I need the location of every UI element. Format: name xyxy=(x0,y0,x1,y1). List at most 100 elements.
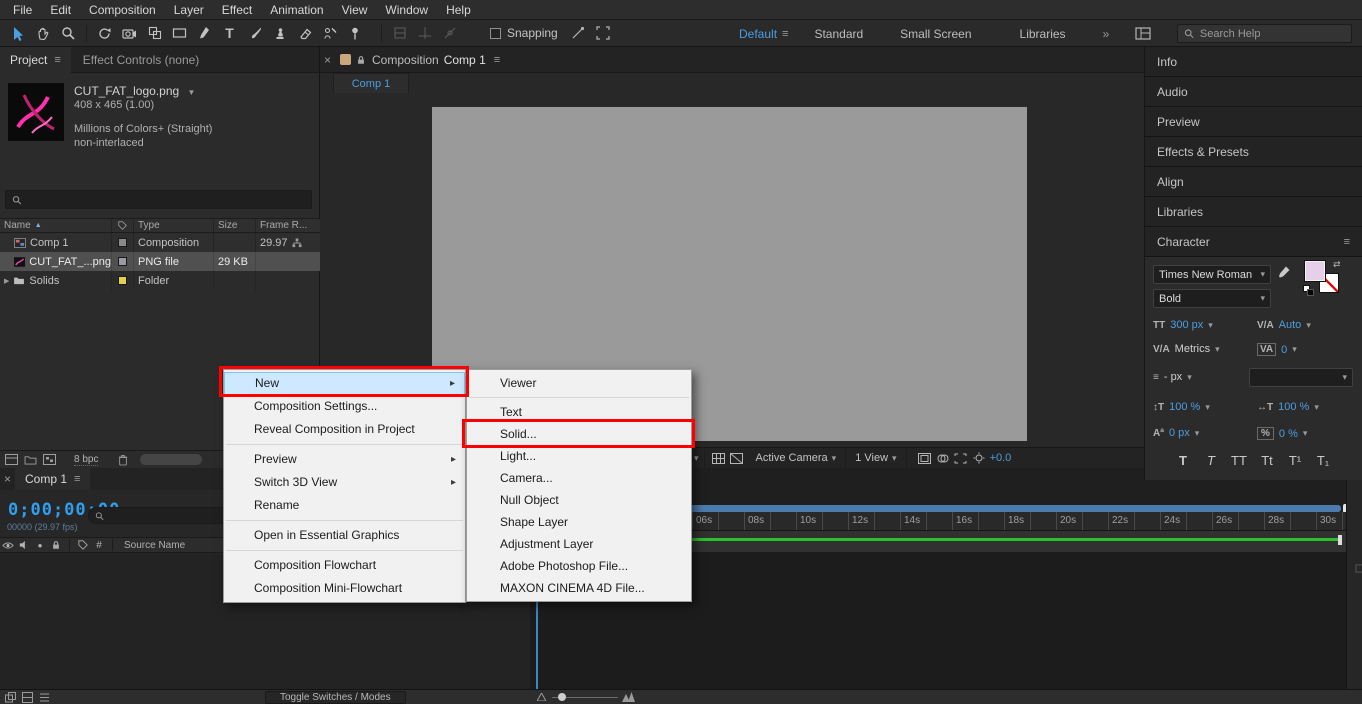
project-search-input[interactable] xyxy=(27,193,305,206)
exposure-value[interactable]: +0.0 xyxy=(990,452,1012,464)
solo-icon[interactable]: ● xyxy=(32,538,48,552)
clone-stamp-tool[interactable] xyxy=(267,21,292,46)
font-size-control[interactable]: TT 300 px ▾ xyxy=(1153,319,1213,331)
channel-icon[interactable] xyxy=(934,449,952,467)
exposure-icon[interactable] xyxy=(970,449,988,467)
leading-control[interactable]: ≡ - px ▾ xyxy=(1153,371,1192,383)
column-label[interactable] xyxy=(112,219,134,232)
panel-menu-icon[interactable]: ≡ xyxy=(1344,236,1350,248)
trash-icon[interactable] xyxy=(118,454,128,466)
zoom-in-icon[interactable] xyxy=(622,692,636,702)
tracking-mode-control[interactable]: V/A Metrics ▾ xyxy=(1153,343,1220,355)
faux-bold-button[interactable]: T xyxy=(1173,453,1193,468)
source-name-column[interactable]: Source Name xyxy=(118,540,185,551)
workspace-default[interactable]: Default ≡ xyxy=(726,27,801,41)
superscript-button[interactable]: T¹ xyxy=(1285,453,1305,468)
toggle-switches-modes-button[interactable]: Toggle Switches / Modes xyxy=(265,691,406,704)
vertical-scale-control[interactable]: ↕T 100 % ▾ xyxy=(1153,401,1210,413)
column-size[interactable]: Size xyxy=(214,219,256,232)
preview-filename-row[interactable]: CUT_FAT_logo.png ▼ xyxy=(74,84,195,98)
safe-margins-icon[interactable] xyxy=(916,449,934,467)
all-caps-button[interactable]: TT xyxy=(1229,453,1249,468)
zoom-tool[interactable] xyxy=(56,21,81,46)
filename-dropdown-icon[interactable]: ▼ xyxy=(188,88,196,97)
camera-tool[interactable] xyxy=(117,21,142,46)
hand-tool[interactable] xyxy=(31,21,56,46)
menu-window[interactable]: Window xyxy=(376,0,437,20)
eye-icon[interactable] xyxy=(0,538,16,552)
panel-header-align[interactable]: Align xyxy=(1145,167,1362,197)
kerning-control[interactable]: V/A Auto ▾ xyxy=(1257,319,1311,331)
menu-help[interactable]: Help xyxy=(437,0,480,20)
column-framerate[interactable]: Frame R... xyxy=(256,219,310,232)
audio-icon[interactable] xyxy=(16,538,32,552)
zoom-out-icon[interactable] xyxy=(537,693,546,701)
camera-dropdown[interactable]: Active Camera ▾ xyxy=(756,452,837,464)
puppet-pin-tool[interactable] xyxy=(342,21,367,46)
menu-item-composition-flowchart[interactable]: Composition Flowchart xyxy=(224,554,465,577)
menu-edit[interactable]: Edit xyxy=(41,0,80,20)
submenu-item-shape-layer[interactable]: Shape Layer xyxy=(467,511,691,533)
type-tool[interactable]: T xyxy=(217,21,242,46)
submenu-item-solid[interactable]: Solid... xyxy=(467,423,691,445)
subscript-button[interactable]: T₁ xyxy=(1313,453,1333,468)
layer-switches-toggle-icon[interactable] xyxy=(5,692,16,703)
transfer-controls-toggle-icon[interactable] xyxy=(22,692,33,703)
column-name[interactable]: Name ▲ xyxy=(0,219,112,232)
submenu-item-camera[interactable]: Camera... xyxy=(467,467,691,489)
workspace-small-screen[interactable]: Small Screen xyxy=(876,27,995,41)
comp-marker-bin-icon[interactable] xyxy=(1347,556,1362,581)
menu-animation[interactable]: Animation xyxy=(261,0,332,20)
pan-behind-tool[interactable] xyxy=(142,21,167,46)
panel-header-audio[interactable]: Audio xyxy=(1145,77,1362,107)
panel-header-info[interactable]: Info xyxy=(1145,47,1362,77)
label-chip[interactable] xyxy=(118,257,127,266)
expander-icon[interactable]: ▶ xyxy=(4,277,9,285)
rotation-tool[interactable] xyxy=(92,21,117,46)
submenu-item-cinema4d-file[interactable]: MAXON CINEMA 4D File... xyxy=(467,577,691,599)
color-depth-button[interactable]: 8 bpc xyxy=(74,454,99,466)
tab-project[interactable]: Project ≡ xyxy=(0,46,71,73)
help-search-input[interactable] xyxy=(1199,27,1345,40)
project-row-comp1[interactable]: Comp 1 Composition 29.97 xyxy=(0,233,320,252)
fill-color-swatch[interactable] xyxy=(1304,260,1326,282)
menu-view[interactable]: View xyxy=(333,0,377,20)
lock-icon[interactable] xyxy=(356,55,366,65)
label-chip[interactable] xyxy=(118,276,127,285)
project-row-cutfat-png[interactable]: CUT_FAT_...png PNG file 29 KB xyxy=(0,252,320,271)
menu-item-rename[interactable]: Rename xyxy=(224,494,465,517)
panel-menu-icon[interactable]: ≡ xyxy=(74,473,80,485)
workspace-libraries[interactable]: Libraries xyxy=(996,27,1090,41)
rectangle-tool[interactable] xyxy=(167,21,192,46)
label-icon[interactable] xyxy=(75,538,91,552)
mask-visibility-icon[interactable] xyxy=(728,449,746,467)
region-of-interest-icon[interactable] xyxy=(952,449,970,467)
interpret-footage-icon[interactable] xyxy=(5,454,18,465)
panel-header-libraries[interactable]: Libraries xyxy=(1145,197,1362,227)
menu-item-new[interactable]: New ▸ xyxy=(224,372,465,395)
label-chip[interactable] xyxy=(118,238,127,247)
menu-composition[interactable]: Composition xyxy=(80,0,165,20)
menu-item-open-essential-graphics[interactable]: Open in Essential Graphics xyxy=(224,524,465,547)
workspace-overflow-icon[interactable]: » xyxy=(1090,27,1123,41)
pen-tool[interactable] xyxy=(192,21,217,46)
leading-preset-select[interactable]: ▾ xyxy=(1249,368,1353,387)
lock-icon[interactable] xyxy=(48,538,64,552)
timeline-tab-comp1[interactable]: Comp 1 ≡ xyxy=(15,468,91,490)
baseline-shift-control[interactable]: Aª 0 px ▾ xyxy=(1153,427,1199,439)
submenu-item-photoshop-file[interactable]: Adobe Photoshop File... xyxy=(467,555,691,577)
submenu-item-adjustment-layer[interactable]: Adjustment Layer xyxy=(467,533,691,555)
font-style-select[interactable]: Bold ▾ xyxy=(1153,289,1271,308)
menu-layer[interactable]: Layer xyxy=(165,0,213,20)
panel-header-effects-presets[interactable]: Effects & Presets xyxy=(1145,137,1362,167)
menu-item-composition-mini-flowchart[interactable]: Composition Mini-Flowchart xyxy=(224,577,465,600)
brush-tool[interactable] xyxy=(242,21,267,46)
snap-bounds-icon[interactable] xyxy=(591,21,616,46)
timeline-zoom-handle[interactable] xyxy=(558,693,566,701)
swap-fill-stroke-icon[interactable]: ⇄ xyxy=(1333,259,1341,270)
menu-item-switch-3d-view[interactable]: Switch 3D View ▸ xyxy=(224,471,465,494)
submenu-item-viewer[interactable]: Viewer xyxy=(467,372,691,394)
small-caps-button[interactable]: Tt xyxy=(1257,453,1277,468)
menu-effect[interactable]: Effect xyxy=(213,0,261,20)
new-folder-icon[interactable] xyxy=(24,455,37,465)
